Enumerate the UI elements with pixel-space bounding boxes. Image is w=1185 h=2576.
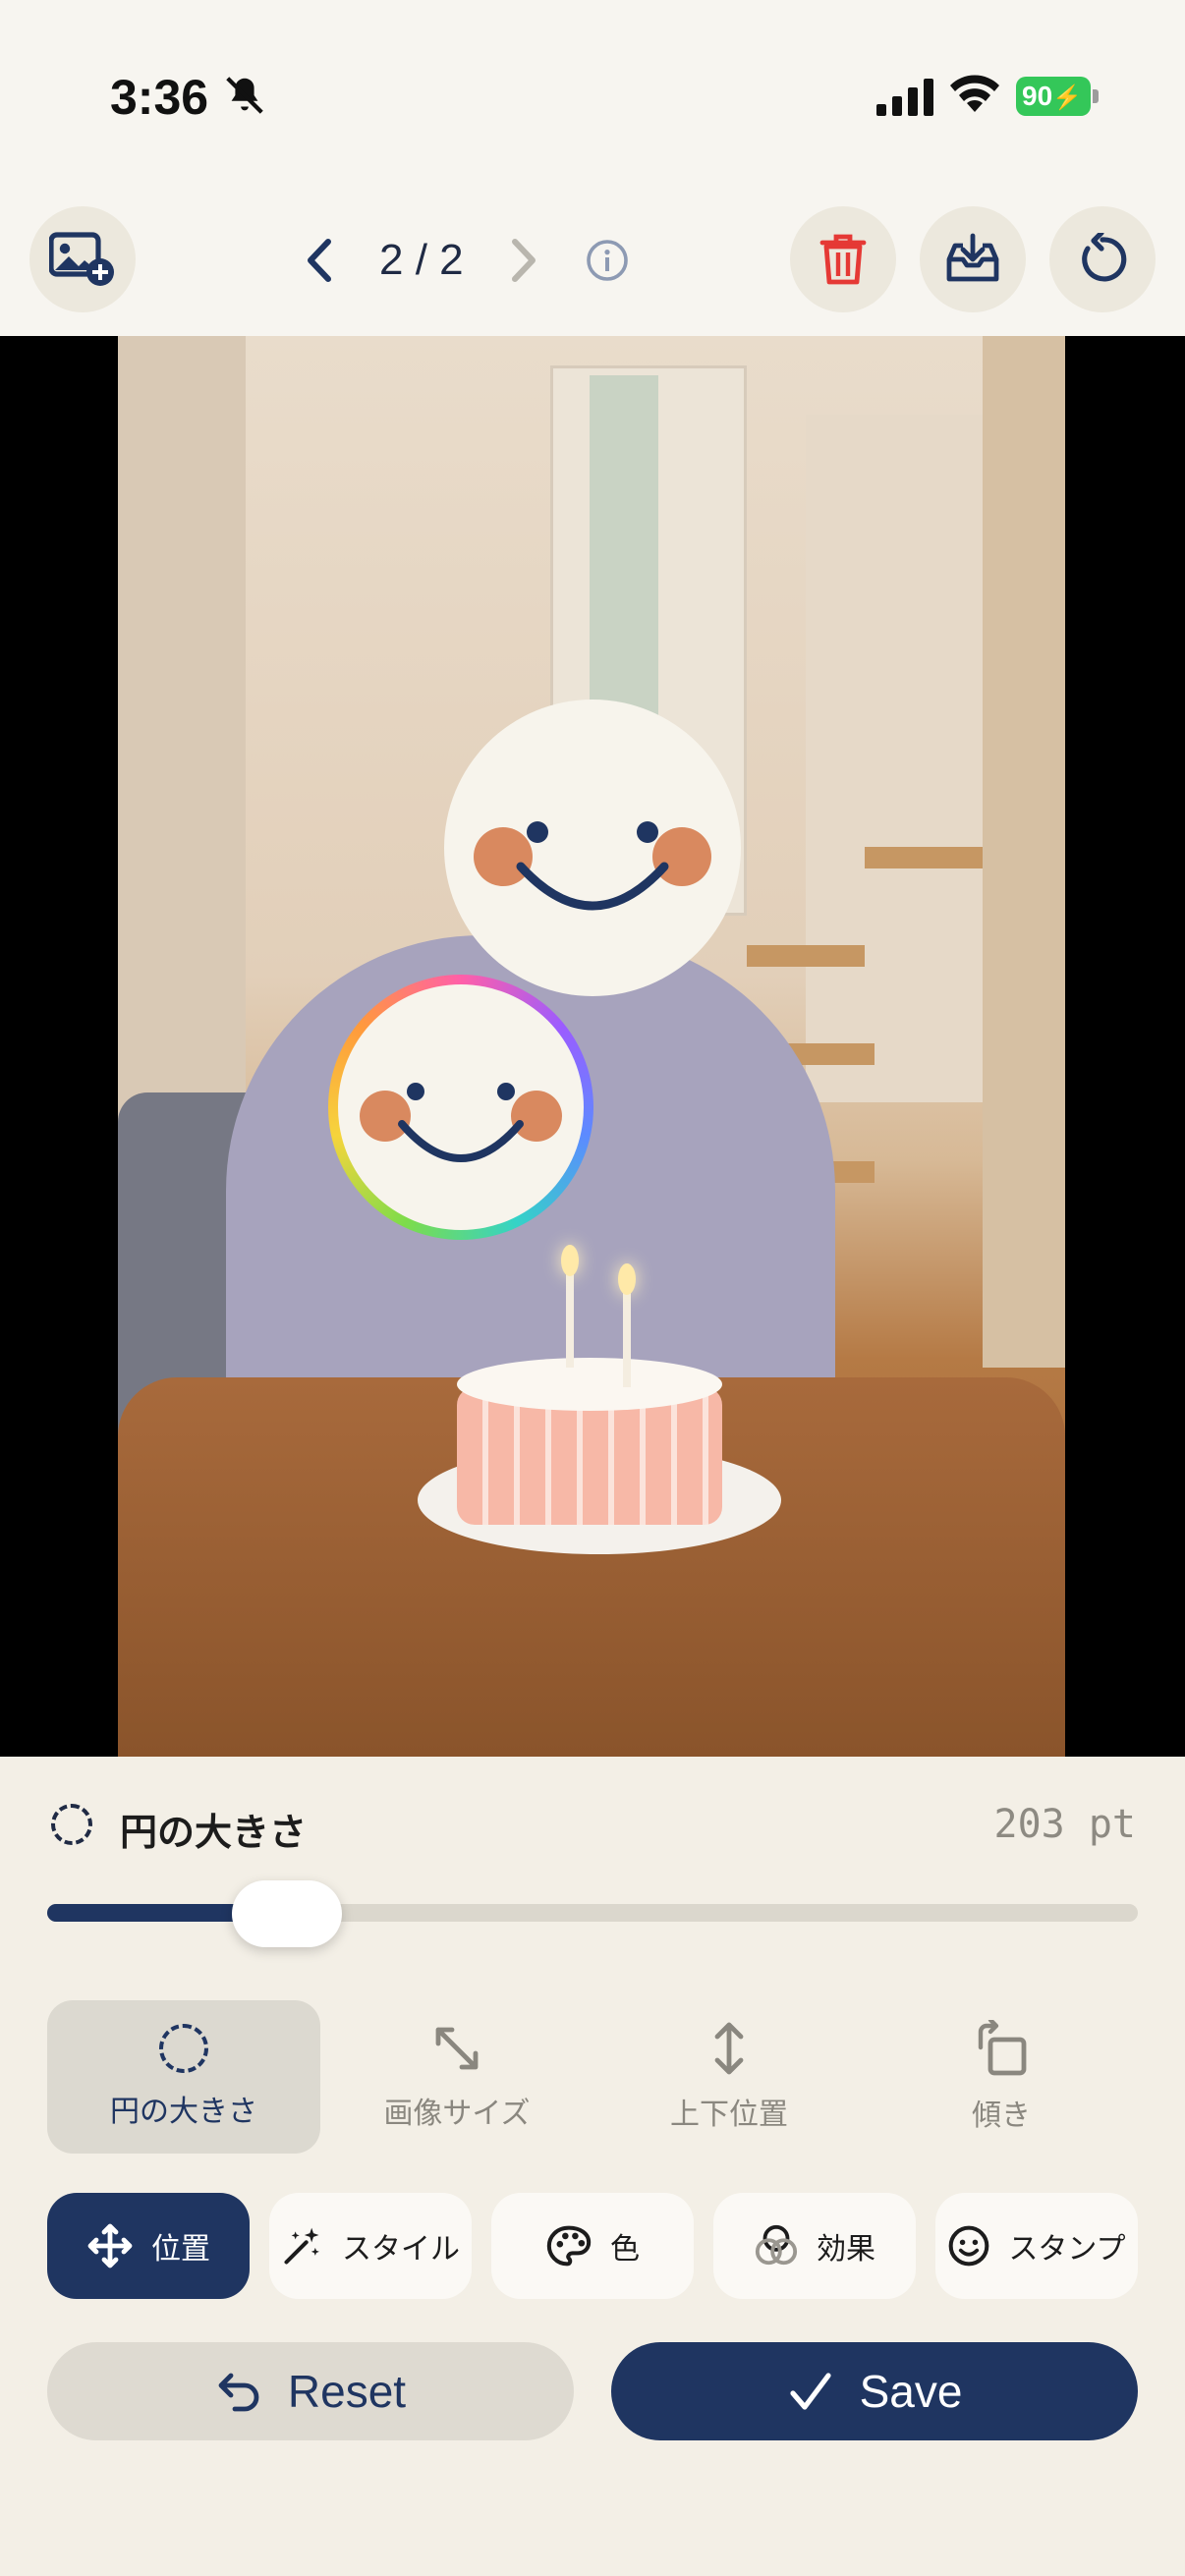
dashed-circle-icon <box>159 2024 208 2073</box>
prev-button[interactable] <box>301 226 340 295</box>
magic-wand-icon <box>281 2224 324 2268</box>
tab-label: 円の大きさ <box>110 2095 257 2129</box>
mode-label: 色 <box>610 2232 640 2267</box>
rotate-icon <box>1082 233 1127 282</box>
save-button[interactable]: Save <box>611 2342 1138 2440</box>
tab-label: 画像サイズ <box>383 2097 531 2131</box>
photo-step <box>747 945 865 967</box>
download-tray-icon <box>946 233 999 282</box>
delete-button[interactable] <box>790 206 896 312</box>
vertical-arrows-icon <box>714 2022 744 2075</box>
tab-label: 上下位置 <box>670 2098 788 2132</box>
photo-cake-top <box>457 1358 722 1411</box>
mode-color[interactable]: 色 <box>491 2193 694 2299</box>
smiley-icon <box>947 2224 990 2268</box>
face-stamp[interactable] <box>444 700 741 996</box>
mode-label: スタイル <box>342 2232 460 2267</box>
mode-effects[interactable]: 効果 <box>713 2193 916 2299</box>
undo-icon <box>215 2370 262 2413</box>
trash-icon <box>819 234 867 285</box>
reset-button[interactable]: Reset <box>47 2342 574 2440</box>
bell-slash-icon <box>226 77 263 114</box>
photo-right-wall <box>983 336 1065 1368</box>
mode-label: 効果 <box>817 2232 875 2267</box>
photo-stairs <box>806 415 1002 1102</box>
edit-panel: 円の大きさ 203 pt 円の大きさ 画像サイズ 上下位置 傾き 位置 スタイル… <box>0 1757 1185 2576</box>
tilt-icon <box>978 2020 1027 2076</box>
tab-vertical-position[interactable]: 上下位置 <box>592 2000 866 2154</box>
top-toolbar: 2 / 2 <box>0 196 1185 336</box>
photo-flame <box>618 1263 636 1295</box>
page-indicator: 2 / 2 <box>379 236 464 284</box>
effects-icon <box>754 2223 799 2268</box>
save-label: Save <box>859 2366 963 2417</box>
chevron-left-icon <box>308 239 331 282</box>
dashed-circle-icon <box>51 1804 92 1845</box>
move-icon <box>86 2222 134 2269</box>
battery-indicator: 90⚡ <box>1016 77 1099 116</box>
photo-flame <box>561 1245 579 1276</box>
rotate-button[interactable] <box>1049 206 1156 312</box>
photo-candle <box>623 1289 631 1387</box>
selected-face-stamp[interactable] <box>328 975 593 1240</box>
mode-label: 位置 <box>151 2232 210 2267</box>
checkmark-icon <box>787 2370 834 2413</box>
next-button[interactable] <box>503 226 542 295</box>
add-photo-icon <box>49 232 114 286</box>
photo-step <box>865 847 983 868</box>
slider-label: 円の大きさ <box>120 1811 308 1854</box>
photo-stage <box>0 336 1185 1757</box>
size-slider[interactable] <box>47 1880 1138 1947</box>
reset-label: Reset <box>287 2366 407 2417</box>
download-button[interactable] <box>920 206 1026 312</box>
mode-position[interactable]: 位置 <box>47 2193 250 2299</box>
tab-label: 傾き <box>972 2099 1031 2133</box>
mode-label: スタンプ <box>1008 2232 1126 2267</box>
photo-wall <box>118 336 246 1191</box>
status-bar: 3:36 90⚡ <box>0 0 1185 196</box>
tab-image-size[interactable]: 画像サイズ <box>320 2000 593 2154</box>
status-time: 3:36 <box>110 70 209 125</box>
slider-value: 203 pt <box>993 1802 1137 1847</box>
photo-canvas[interactable] <box>118 336 1065 1757</box>
cellular-signal-icon <box>876 79 933 116</box>
resize-arrows-icon <box>435 2027 479 2070</box>
photo-candle <box>566 1269 574 1368</box>
wifi-icon <box>950 75 999 112</box>
tab-tilt[interactable]: 傾き <box>865 2000 1138 2154</box>
chevron-right-icon <box>512 239 536 282</box>
battery-level: 90 <box>1022 81 1053 111</box>
tab-circle-size[interactable]: 円の大きさ <box>47 2000 320 2154</box>
info-button[interactable] <box>586 226 629 295</box>
slider-thumb[interactable] <box>232 1880 343 1947</box>
info-icon <box>587 240 628 281</box>
palette-icon <box>545 2224 592 2268</box>
add-photo-button[interactable] <box>29 206 136 312</box>
mode-stamp[interactable]: スタンプ <box>935 2193 1138 2299</box>
mode-style[interactable]: スタイル <box>269 2193 472 2299</box>
